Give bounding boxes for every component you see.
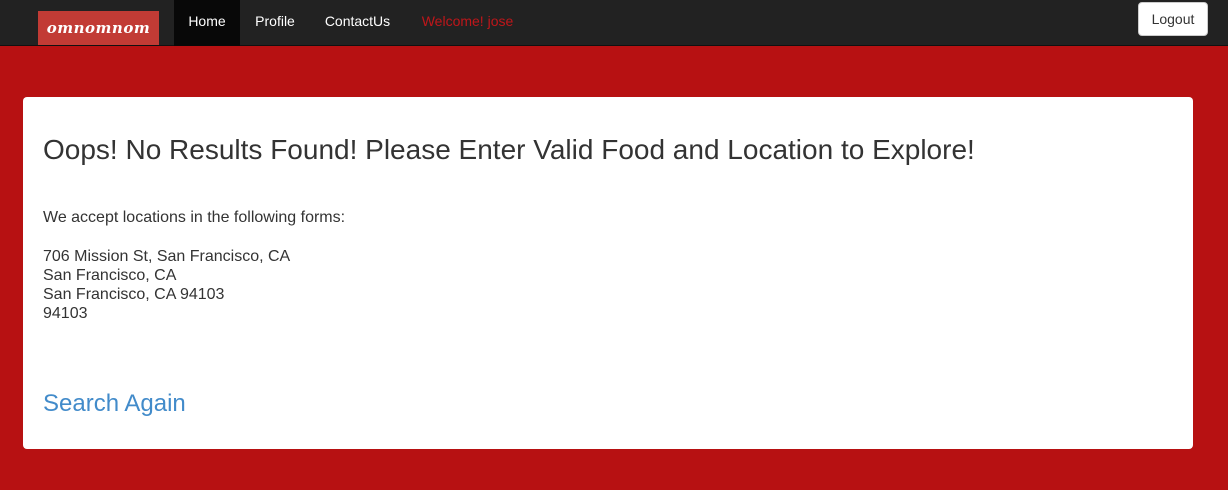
location-example: San Francisco, CA 94103 — [43, 286, 225, 303]
nav-profile[interactable]: Profile — [240, 0, 310, 46]
search-again-link[interactable]: Search Again — [43, 390, 186, 418]
location-format-examples: 706 Mission St, San Francisco, CA San Fr… — [43, 247, 290, 323]
welcome-user-text: Welcome! jose — [421, 13, 514, 29]
results-panel: Oops! No Results Found! Please Enter Val… — [23, 97, 1193, 449]
location-example: 706 Mission St, San Francisco, CA — [43, 248, 291, 265]
nav-contact-us[interactable]: ContactUs — [310, 0, 405, 46]
location-example: 94103 — [43, 305, 88, 322]
nav-home[interactable]: Home — [174, 0, 240, 46]
top-navbar: omnomnom Home Profile ContactUs Welcome!… — [0, 0, 1228, 46]
location-example: San Francisco, CA — [43, 267, 177, 284]
logout-button[interactable]: Logout — [1138, 2, 1208, 36]
brand-logo[interactable]: omnomnom — [38, 11, 159, 45]
location-formats-intro: We accept locations in the following for… — [43, 209, 346, 226]
no-results-heading: Oops! No Results Found! Please Enter Val… — [43, 134, 975, 165]
